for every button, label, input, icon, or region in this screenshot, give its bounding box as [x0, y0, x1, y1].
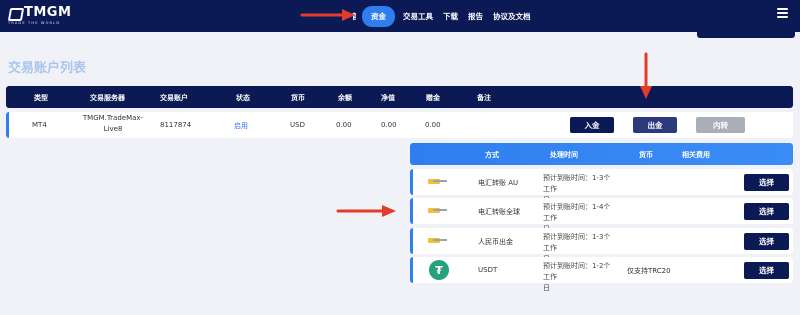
header-dropdown-tab	[697, 32, 795, 38]
withdraw-method-row: 人民币出金 预计到账时间：1-3个工作日 选择	[410, 228, 793, 263]
time-line1: 预计到账时间：1-3个工作	[543, 233, 611, 252]
method-processing-time: 预计到账时间：1-2个工作日	[543, 261, 613, 294]
bank-transfer-logo-icon	[428, 238, 447, 243]
method-name: 人民币出金	[478, 238, 513, 246]
header-account: 交易账户	[160, 94, 188, 102]
header-currency: 货币	[291, 94, 305, 102]
bank-transfer-logo-icon	[428, 179, 447, 184]
time-line1: 预计到账时间：1-2个工作	[543, 262, 611, 281]
annotation-arrow-down-icon	[640, 52, 652, 99]
header-fees: 相关费用	[682, 151, 710, 159]
account-server-line1: TMGM.TradeMax-	[82, 114, 144, 122]
usdt-icon: ₮	[429, 260, 449, 280]
withdraw-method-row: 电汇转账 AU 预计到账时间：1-3个工作日 选择	[410, 169, 793, 204]
account-bonus: 0.00	[425, 121, 441, 129]
method-name: 电汇转账 AU	[478, 179, 519, 187]
withdraw-method-row: ₮ USDT 预计到账时间：1-2个工作日 仅支持TRC20 选择	[410, 257, 793, 292]
header-method: 方式	[485, 151, 499, 159]
tmgm-logo[interactable]: TMGM TRADE THE WORLD	[8, 5, 71, 25]
method-name: 电汇转账全球	[478, 208, 520, 216]
withdraw-method-row: 电汇转账全球 预计到账时间：1-4个工作日 选择	[410, 198, 793, 233]
header-processing-time: 处理时间	[550, 151, 578, 159]
choose-button[interactable]: 选择	[744, 233, 789, 250]
account-server-line2: Live8	[103, 125, 123, 133]
nav-item-agreements[interactable]: 协议及文档	[493, 11, 531, 22]
time-line1: 预计到账时间：1-4个工作	[543, 203, 611, 222]
withdraw-button[interactable]: 出金	[633, 117, 677, 133]
tmgm-logo-mark-icon	[8, 7, 22, 19]
header-type: 类型	[34, 94, 48, 102]
choose-button[interactable]: 选择	[744, 262, 789, 279]
header-bonus: 赠金	[426, 94, 440, 102]
page-title: 交易账户列表	[8, 61, 87, 76]
method-currency: 仅支持TRC20	[627, 267, 671, 275]
account-type: MT4	[32, 121, 47, 129]
withdraw-methods-header: 方式 处理时间 货币 相关费用	[410, 143, 793, 165]
choose-button[interactable]: 选择	[744, 203, 789, 220]
account-status: 启用	[234, 122, 248, 130]
annotation-arrow-right-icon	[336, 205, 396, 217]
header-server: 交易服务器	[90, 94, 125, 102]
account-row: MT4 TMGM.TradeMax- Live8 8117874 启用 USD …	[6, 112, 793, 138]
time-line2: 日	[543, 284, 550, 292]
header-note: 备注	[477, 94, 491, 102]
header-status: 状态	[236, 94, 250, 102]
bank-transfer-logo-icon	[428, 208, 447, 213]
top-navigation-bar: TMGM TRADE THE WORLD 首 资金 交易工具 下载 报告 协议及…	[0, 0, 800, 32]
nav-item-trading-tools[interactable]: 交易工具	[403, 11, 433, 22]
deposit-button[interactable]: 入金	[570, 117, 614, 133]
nav-item-funds[interactable]: 资金	[362, 6, 395, 27]
method-name: USDT	[478, 266, 498, 274]
main-nav: 首 资金 交易工具 下载 报告 协议及文档	[352, 6, 541, 27]
account-balance: 0.00	[336, 121, 352, 129]
hamburger-menu-icon[interactable]	[777, 8, 788, 18]
account-number: 8117874	[160, 121, 192, 129]
time-line1: 预计到账时间：1-3个工作	[543, 174, 611, 193]
nav-item-reports[interactable]: 报告	[468, 11, 483, 22]
nav-item-downloads[interactable]: 下载	[443, 11, 458, 22]
account-table-header: 类型 交易服务器 交易账户 状态 货币 余额 净值 赠金 备注	[6, 86, 793, 108]
header-balance: 余额	[338, 94, 352, 102]
internal-transfer-button[interactable]: 内转	[696, 117, 745, 133]
annotation-arrow-right-icon	[300, 9, 355, 21]
logo-tagline: TRADE THE WORLD	[8, 21, 61, 25]
header-equity: 净值	[381, 94, 395, 102]
header-method-currency: 货币	[639, 151, 653, 159]
choose-button[interactable]: 选择	[744, 174, 789, 191]
account-equity: 0.00	[381, 121, 397, 129]
logo-text: TMGM	[24, 5, 72, 20]
account-currency: USD	[290, 121, 305, 129]
